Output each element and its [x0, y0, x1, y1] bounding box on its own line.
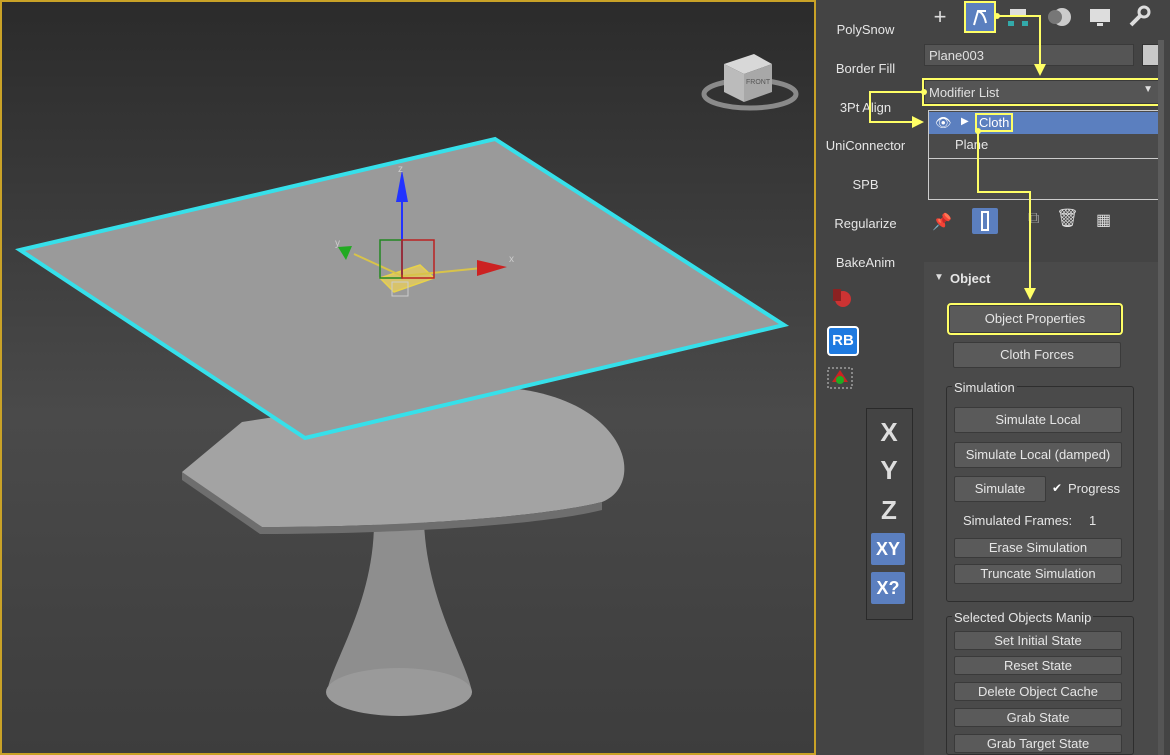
modifier-stack-item-plane[interactable]: Plane	[955, 137, 988, 152]
axis-constraints-panel: X Y Z XY X?	[866, 408, 913, 620]
tool-strip: PolySnow Border Fill 3Pt Align UniConnec…	[818, 0, 913, 755]
eye-icon[interactable]: 👁	[935, 115, 952, 131]
grab-target-state-button[interactable]: Grab Target State	[954, 734, 1122, 753]
regularize-button[interactable]: Regularize	[818, 216, 913, 231]
cloth-forces-button[interactable]: Cloth Forces	[953, 342, 1121, 368]
bakeanim-button[interactable]: BakeAnim	[818, 255, 913, 270]
progress-checkbox[interactable]: ✔	[1052, 482, 1064, 494]
axis-x-button[interactable]: X	[875, 417, 903, 448]
create-tab-icon[interactable]: +	[926, 3, 954, 31]
simulate-local-damped-button[interactable]: Simulate Local (damped)	[954, 442, 1122, 468]
selected-objects-manip-title: Selected Objects Manip	[952, 610, 1094, 625]
axis-xy-flyout-button[interactable]: X?	[871, 572, 905, 604]
motion-tab-icon[interactable]	[1046, 3, 1074, 31]
simulated-frames-label: Simulated Frames:	[963, 513, 1073, 528]
hierarchy-tab-icon[interactable]	[1004, 3, 1032, 31]
pin-stack-icon[interactable]: 📌	[932, 212, 952, 232]
simulation-group-title: Simulation	[952, 380, 1017, 395]
uniconnector-button[interactable]: UniConnector	[818, 138, 913, 153]
axis-z-button[interactable]: Z	[875, 495, 903, 526]
rb-button[interactable]: RB	[827, 326, 859, 356]
display-tab-icon[interactable]	[1086, 3, 1114, 31]
chevron-down-icon: ▼	[1143, 84, 1153, 95]
gizmo-z-label: z	[398, 164, 403, 175]
axis-xy-button[interactable]: XY	[871, 533, 905, 565]
viewcube-front-label: FRONT	[746, 79, 771, 86]
modifier-stack-label: Cloth	[974, 113, 1014, 132]
perspective-viewport[interactable]: z x y FRONT	[0, 0, 816, 755]
simulated-frames-value: 1	[1089, 513, 1097, 528]
polysnow-button[interactable]: PolySnow	[818, 22, 913, 37]
3pt-align-button[interactable]: 3Pt Align	[818, 100, 913, 115]
viewport-scene: z x y FRONT	[15, 54, 799, 716]
make-unique-icon[interactable]: ⧉	[1028, 210, 1039, 228]
gizmo-y-label: y	[335, 238, 340, 249]
mesh-tool-icon[interactable]	[826, 366, 854, 390]
gizmo-x-label: x	[509, 254, 514, 265]
truncate-simulation-button[interactable]: Truncate Simulation	[954, 564, 1122, 584]
configure-sets-icon[interactable]: ▦	[1096, 210, 1111, 230]
utilities-tab-icon[interactable]	[1125, 3, 1153, 31]
simulate-button[interactable]: Simulate	[954, 476, 1046, 502]
modifier-stack: 👁 ▶ Cloth Plane	[928, 110, 1164, 200]
modifier-stack-item-cloth[interactable]: 👁 ▶ Cloth	[929, 112, 1163, 134]
modifier-list-dropdown[interactable]: Modifier List ▼	[922, 78, 1164, 106]
modify-tab-icon[interactable]	[964, 1, 996, 33]
grab-state-button[interactable]: Grab State	[954, 708, 1122, 727]
axis-y-button[interactable]: Y	[875, 455, 903, 486]
object-properties-button[interactable]: Object Properties	[947, 303, 1123, 335]
simulate-local-button[interactable]: Simulate Local	[954, 407, 1122, 433]
trash-icon[interactable]: 🗑	[1056, 208, 1079, 229]
set-initial-state-button[interactable]: Set Initial State	[954, 631, 1122, 650]
delete-object-cache-button[interactable]: Delete Object Cache	[954, 682, 1122, 701]
modifier-list-label: Modifier List	[929, 85, 1000, 100]
table-pedestal-foot	[326, 668, 472, 716]
viewcube[interactable]: FRONT	[701, 54, 799, 111]
object-name-field[interactable]: Plane003	[924, 44, 1134, 66]
spb-button[interactable]: SPB	[818, 177, 913, 192]
expand-arrow-icon[interactable]: ▶	[961, 116, 969, 127]
script-icon[interactable]	[830, 286, 852, 310]
erase-simulation-button[interactable]: Erase Simulation	[954, 538, 1122, 558]
progress-label: Progress	[1068, 481, 1121, 496]
command-panel: + Plane003 Modifier List ▼ 👁 ▶ Cloth Pla…	[916, 0, 1170, 755]
rollout-title: Object	[950, 271, 991, 286]
show-end-result-icon[interactable]	[972, 208, 998, 234]
border-fill-button[interactable]: Border Fill	[818, 61, 913, 76]
panel-scrollbar-thumb[interactable]	[1158, 40, 1164, 510]
reset-state-button[interactable]: Reset State	[954, 656, 1122, 675]
collapse-arrow-icon[interactable]: ▼	[934, 272, 944, 283]
